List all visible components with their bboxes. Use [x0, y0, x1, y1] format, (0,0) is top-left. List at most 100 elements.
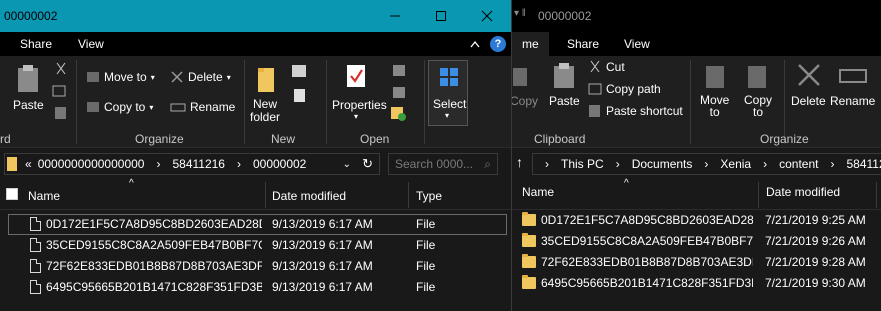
cut-button[interactable]: Cut: [588, 60, 625, 74]
move-to-button[interactable]: Move to: [700, 94, 729, 118]
column-header-date[interactable]: Date modified: [766, 185, 840, 199]
breadcrumb-segment[interactable]: 00000002: [253, 157, 306, 171]
address-bar[interactable]: › This PC › Documents › Xenia › content …: [532, 153, 881, 175]
breadcrumb-segment[interactable]: content: [779, 157, 818, 171]
tab-view[interactable]: View: [614, 32, 660, 56]
tab-view[interactable]: View: [68, 32, 114, 56]
title-bar[interactable]: 00000002: [0, 0, 511, 32]
file-row[interactable]: 6495C95665B201B1471C828F351FD3B0... 9/13…: [8, 277, 507, 298]
paste-shortcut-button[interactable]: Paste shortcut: [588, 104, 683, 118]
move-to-label: Move to: [104, 70, 147, 84]
folder-date: 7/21/2019 9:30 AM: [765, 276, 866, 290]
tab-share[interactable]: Share: [557, 32, 609, 56]
breadcrumb-overflow[interactable]: «: [25, 157, 32, 171]
refresh-icon[interactable]: ↻: [362, 156, 373, 172]
column-divider[interactable]: [876, 182, 877, 208]
up-arrow-icon[interactable]: ↑: [516, 154, 523, 170]
paste-button[interactable]: Paste: [13, 98, 44, 112]
search-input[interactable]: Search 0000... ⌕: [388, 153, 498, 175]
breadcrumb-segment[interactable]: 58411216: [172, 157, 225, 171]
easy-access-icon[interactable]: [291, 88, 309, 104]
breadcrumb-segment[interactable]: This PC: [561, 157, 604, 171]
maximize-button[interactable]: [418, 0, 464, 32]
new-folder-icon: [258, 68, 274, 92]
address-bar[interactable]: « 0000000000000000 › 58411216 › 00000002…: [4, 153, 380, 175]
folder-row[interactable]: 6495C95665B201B1471C828F351FD3B0... 7/21…: [512, 273, 881, 294]
file-row[interactable]: 0D172E1F5C7A8D95C8BD2603EAD28D... 9/13/2…: [8, 214, 507, 235]
properties-icon: [347, 65, 365, 87]
file-row[interactable]: 72F62E833EDB01B8B87D8B703AE3DF8... 9/13/…: [8, 256, 507, 277]
copy-path-button[interactable]: Copy path: [588, 82, 661, 96]
column-divider[interactable]: [265, 182, 266, 208]
close-button[interactable]: [464, 0, 510, 32]
file-type: File: [416, 217, 436, 231]
cut-icon[interactable]: [54, 62, 68, 76]
folder-row[interactable]: 72F62E833EDB01B8B87D8B703AE3DF8... 7/21/…: [512, 252, 881, 273]
rename-button[interactable]: Rename: [830, 94, 875, 108]
new-folder-label-2: folder: [250, 110, 281, 124]
help-icon[interactable]: ?: [490, 36, 506, 52]
new-folder-button[interactable]: New folder: [250, 98, 280, 124]
title-bar[interactable]: ▾ ‖ 00000002: [512, 0, 881, 32]
new-item-icon[interactable]: [291, 64, 309, 80]
quick-access-icon[interactable]: ▾ ‖: [514, 8, 526, 19]
open-icon[interactable]: [392, 64, 408, 78]
select-label: Select: [433, 97, 467, 111]
column-headers: ^ Name Date modified Type: [0, 178, 511, 210]
folder-row[interactable]: 35CED9155C8C8A2A509FEB47B0BF7C... 7/21/2…: [512, 231, 881, 252]
move-to-button[interactable]: Move to ▾: [86, 70, 155, 84]
copy-to-button[interactable]: Copy to: [744, 94, 772, 118]
folder-name: 6495C95665B201B1471C828F351FD3B0...: [541, 276, 753, 290]
ribbon-separator: [244, 60, 245, 144]
breadcrumb-separator[interactable]: ›: [704, 157, 708, 171]
search-icon: ⌕: [484, 157, 491, 171]
chevron-down-icon[interactable]: ⌄: [343, 159, 351, 170]
properties-button[interactable]: Properties: [332, 98, 387, 112]
breadcrumb-segment[interactable]: Documents: [632, 157, 693, 171]
column-header-name[interactable]: Name: [28, 189, 60, 203]
select-button[interactable]: Select ▾: [428, 60, 468, 126]
column-divider[interactable]: [408, 182, 409, 208]
collapse-ribbon-icon[interactable]: [470, 40, 480, 48]
tab-home[interactable]: me: [512, 32, 549, 56]
move-to-icon: [87, 72, 99, 82]
column-divider[interactable]: [758, 182, 759, 208]
rename-label: Rename: [190, 100, 236, 114]
tab-share[interactable]: Share: [10, 32, 62, 56]
edit-icon[interactable]: [392, 86, 408, 100]
breadcrumb-separator[interactable]: ›: [156, 157, 160, 171]
copy-to-button[interactable]: Copy to ▾: [86, 100, 153, 114]
file-name: 6495C95665B201B1471C828F351FD3B0...: [46, 280, 262, 294]
folder-date: 7/21/2019 9:28 AM: [765, 255, 866, 269]
history-icon[interactable]: [390, 106, 408, 122]
column-header-name[interactable]: Name: [522, 185, 554, 199]
minimize-button[interactable]: [372, 0, 418, 32]
breadcrumb-segment[interactable]: Xenia: [720, 157, 751, 171]
delete-button[interactable]: Delete: [791, 94, 826, 108]
group-clipboard: rd: [0, 132, 11, 146]
address-row: ↑ › This PC › Documents › Xenia › conten…: [512, 148, 881, 180]
breadcrumb-separator[interactable]: ›: [237, 157, 241, 171]
breadcrumb-separator[interactable]: ›: [830, 157, 834, 171]
breadcrumb-segment[interactable]: 58411216: [846, 157, 881, 171]
file-type: File: [416, 280, 436, 294]
breadcrumb-separator[interactable]: ›: [763, 157, 767, 171]
copy-button[interactable]: Copy: [512, 94, 538, 108]
breadcrumb-separator[interactable]: ›: [616, 157, 620, 171]
paste-shortcut-icon[interactable]: [54, 106, 68, 120]
folder-row[interactable]: 0D172E1F5C7A8D95C8BD2603EAD28D... 7/21/2…: [512, 210, 881, 231]
group-new: New: [271, 132, 296, 146]
select-all-checkbox[interactable]: [6, 188, 18, 200]
properties-dropdown[interactable]: ▾: [354, 112, 358, 121]
copy-path-icon[interactable]: [52, 84, 68, 98]
paste-button[interactable]: Paste: [549, 94, 580, 108]
breadcrumb-segment[interactable]: 0000000000000000: [38, 157, 145, 171]
delete-button[interactable]: Delete ▾: [170, 70, 231, 84]
rename-button[interactable]: Rename: [170, 100, 235, 114]
folder-name: 0D172E1F5C7A8D95C8BD2603EAD28D...: [541, 213, 753, 227]
column-header-type[interactable]: Type: [416, 189, 442, 203]
breadcrumb-separator[interactable]: ›: [545, 157, 549, 171]
column-header-date[interactable]: Date modified: [272, 189, 346, 203]
file-name: 72F62E833EDB01B8B87D8B703AE3DF8...: [46, 259, 262, 273]
file-row[interactable]: 35CED9155C8C8A2A509FEB47B0BF7C... 9/13/2…: [8, 235, 507, 256]
